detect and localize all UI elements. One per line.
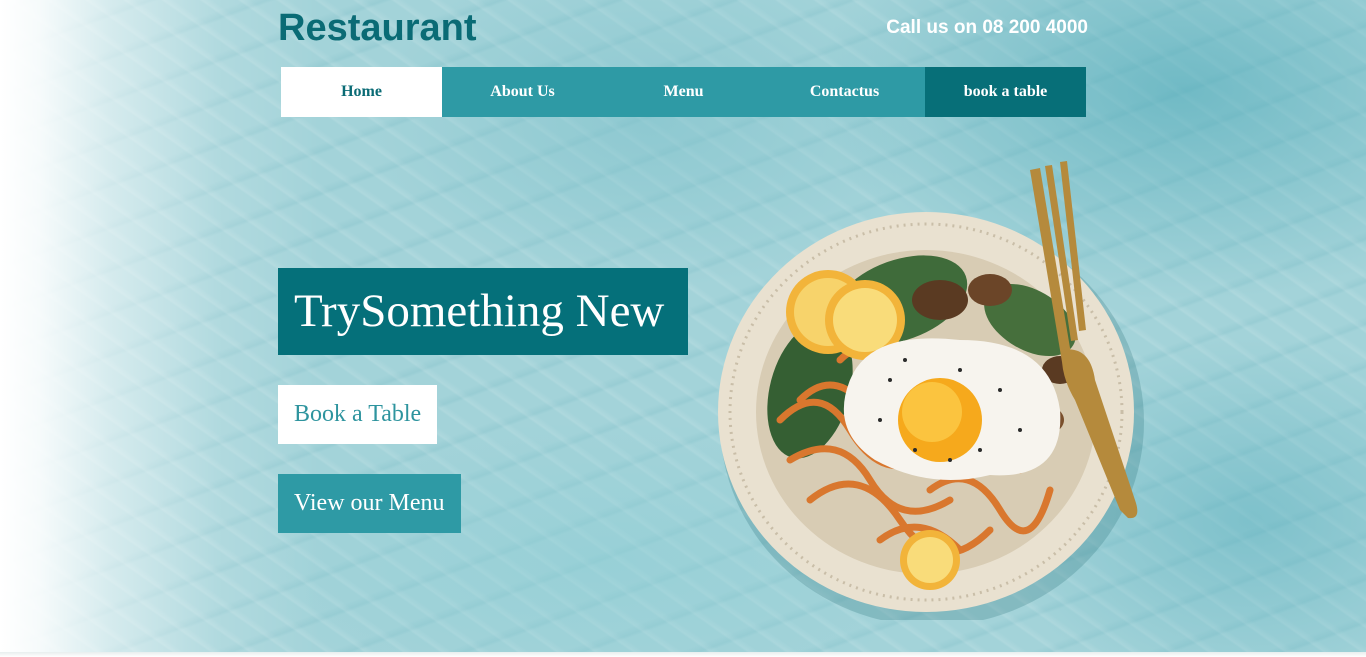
nav-item-contactus[interactable]: Contactus xyxy=(764,67,925,117)
nav-item-about-us[interactable]: About Us xyxy=(442,67,603,117)
food-dish-icon xyxy=(718,161,1144,620)
site-logo[interactable]: Restaurant xyxy=(278,4,477,52)
phone-number: Call us on 08 200 4000 xyxy=(886,17,1088,38)
nav-item-menu[interactable]: Menu xyxy=(603,67,764,117)
book-table-button[interactable]: Book a Table xyxy=(278,385,437,444)
view-menu-button[interactable]: View our Menu xyxy=(278,474,461,533)
nav-item-home[interactable]: Home xyxy=(281,67,442,117)
main-nav: Home About Us Menu Contactus book a tabl… xyxy=(281,67,1086,117)
page-bottom-divider xyxy=(0,652,1366,657)
hero-headline: TrySomething New xyxy=(278,268,688,355)
nav-item-book-a-table[interactable]: book a table xyxy=(925,67,1086,117)
